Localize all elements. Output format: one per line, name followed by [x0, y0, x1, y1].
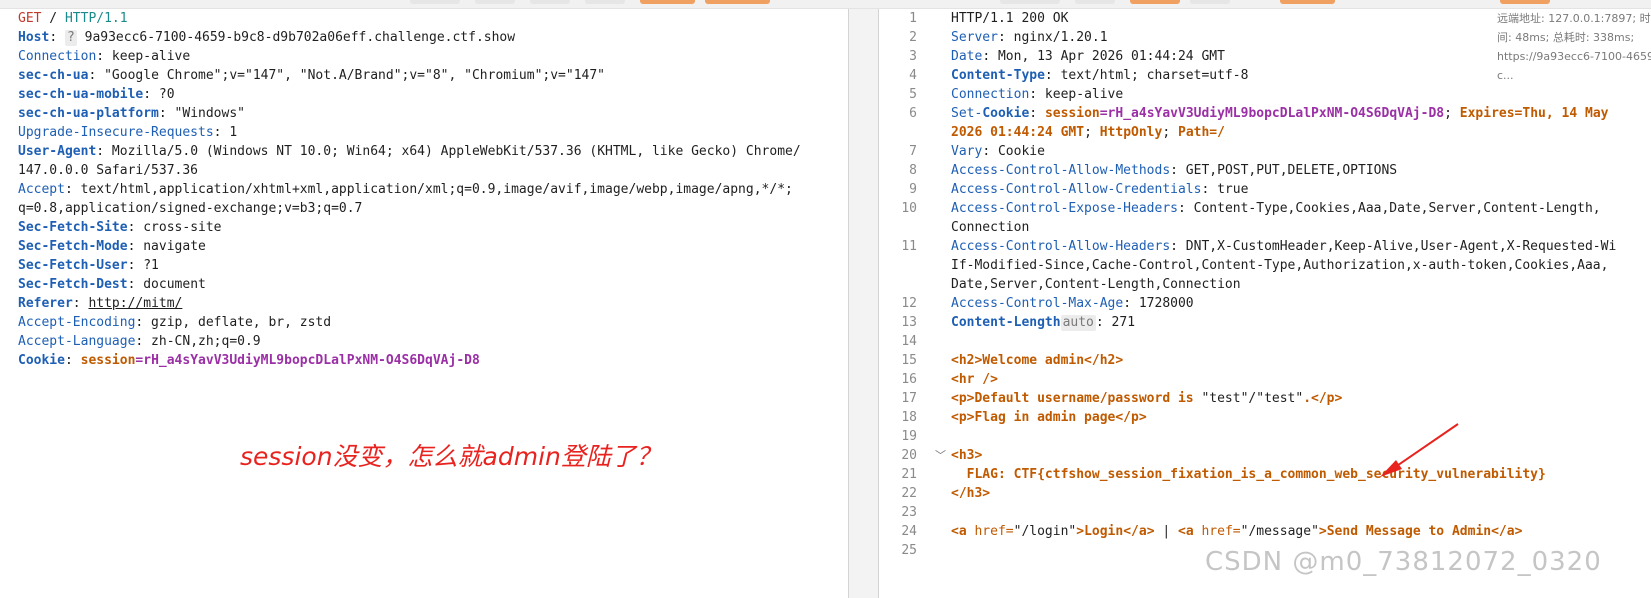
watermark: CSDN @m0_73812072_0320	[1205, 547, 1602, 577]
annotation-arrow-icon	[1380, 423, 1459, 477]
screenshot: GET / HTTP/1.1 Host: ? 9a93ecc6-7100-4659…	[0, 0, 1651, 598]
